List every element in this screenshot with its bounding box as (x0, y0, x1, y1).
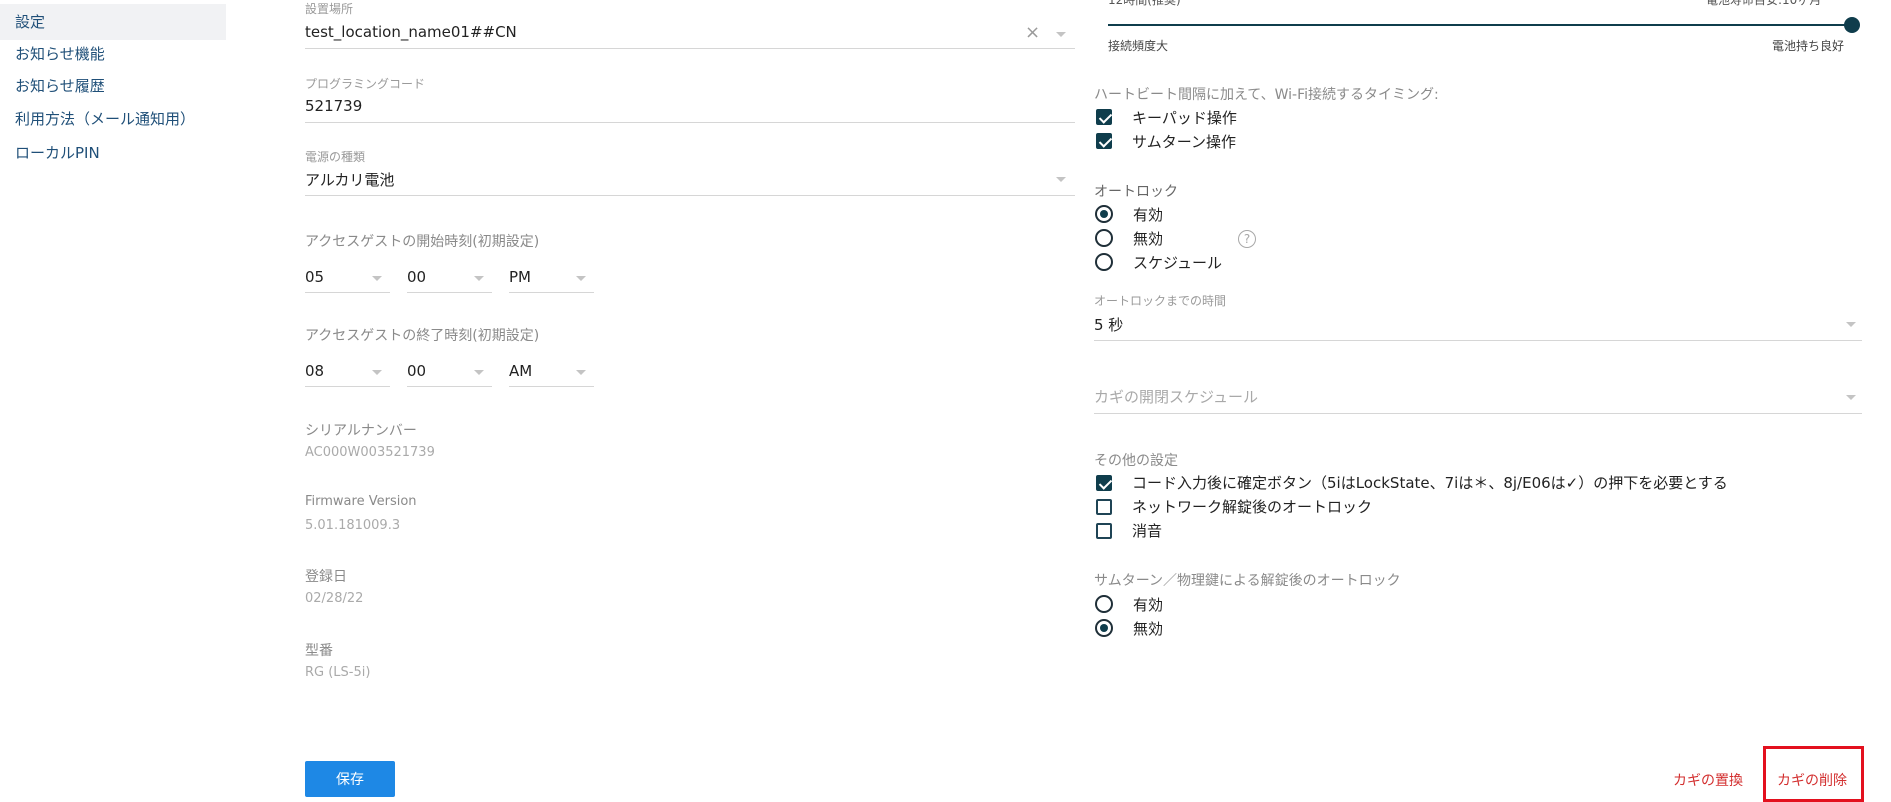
serial-label: シリアルナンバー (305, 423, 417, 439)
location-label: 設置場所 (305, 2, 354, 16)
access-start-hour-select[interactable]: 05 (305, 268, 324, 286)
underline (509, 386, 594, 387)
radio-autolock-enabled-label: 有効 (1133, 206, 1164, 224)
power-type-select[interactable]: アルカリ電池 (305, 169, 394, 190)
radio-autolock-disabled[interactable] (1095, 229, 1113, 247)
access-start-label: アクセスゲストの開始時刻(初期設定) (305, 234, 540, 250)
sidebar-item-notification-history[interactable]: お知らせ履歴 (15, 68, 105, 104)
delete-key-link[interactable]: カギの削除 (1777, 770, 1847, 790)
access-end-ampm-select[interactable]: AM (509, 362, 532, 380)
chevron-down-icon[interactable] (1846, 322, 1856, 327)
chevron-down-icon[interactable] (576, 370, 586, 375)
radio-thumbturn-disabled-label: 無効 (1133, 620, 1164, 638)
chevron-down-icon[interactable] (474, 276, 484, 281)
checkbox-confirm-button[interactable] (1096, 475, 1112, 491)
checkbox-keypad-label: キーパッド操作 (1132, 109, 1237, 127)
sidebar-item-settings[interactable]: 設定 (0, 4, 226, 40)
autolock-time-select[interactable]: 5 秒 (1094, 314, 1123, 335)
sidebar: 設定 お知らせ機能 お知らせ履歴 利用方法（メール通知用） ローカルPIN (0, 0, 226, 802)
checkbox-mute[interactable] (1096, 523, 1112, 539)
power-type-label: 電源の種類 (305, 150, 366, 164)
save-button[interactable]: 保存 (305, 761, 395, 797)
autolock-time-underline (1094, 340, 1862, 341)
clear-icon[interactable]: × (1025, 22, 1040, 43)
programming-code-underline (305, 122, 1075, 123)
chevron-down-icon[interactable] (1846, 395, 1856, 400)
programming-code-label: プログラミングコード (305, 77, 426, 91)
registered-value: 02/28/22 (305, 591, 364, 606)
chevron-down-icon[interactable] (372, 276, 382, 281)
chevron-down-icon[interactable] (372, 370, 382, 375)
radio-autolock-enabled[interactable] (1095, 205, 1113, 223)
registered-label: 登録日 (305, 569, 347, 585)
radio-autolock-schedule[interactable] (1095, 253, 1113, 271)
power-type-underline (305, 195, 1075, 196)
radio-thumbturn-enabled-label: 有効 (1133, 596, 1164, 614)
checkbox-thumbturn-label: サムターン操作 (1132, 133, 1236, 151)
model-value: RG (LS-5i) (305, 665, 371, 680)
frequency-slider-track[interactable] (1108, 24, 1852, 26)
other-settings-label: その他の設定 (1094, 453, 1178, 469)
autolock-label: オートロック (1094, 184, 1178, 200)
heartbeat-label: ハートビート間隔に加えて、Wi-Fi接続するタイミング: (1094, 87, 1439, 103)
sidebar-item-usage-email[interactable]: 利用方法（メール通知用） (15, 101, 195, 137)
slider-left-label: 接続頻度大 (1108, 39, 1169, 53)
slider-top-right-label: 電池寿命目安:10ヶ月 (1706, 0, 1822, 7)
schedule-select[interactable]: カギの開閉スケジュール (1094, 386, 1258, 407)
thumbturn-autolock-label: サムターン／物理鍵による解錠後のオートロック (1094, 573, 1401, 589)
chevron-down-icon[interactable] (1056, 32, 1066, 37)
underline (407, 292, 492, 293)
access-end-label: アクセスゲストの終了時刻(初期設定) (305, 328, 540, 344)
sidebar-item-local-pin[interactable]: ローカルPIN (15, 135, 100, 171)
checkbox-network-autolock-label: ネットワーク解錠後のオートロック (1132, 498, 1373, 516)
checkbox-confirm-button-label: コード入力後に確定ボタン（5iはLockState、7iは＊、8j/E06は✓）… (1132, 474, 1728, 492)
access-end-minute-select[interactable]: 00 (407, 362, 426, 380)
replace-key-link[interactable]: カギの置換 (1673, 770, 1743, 790)
chevron-down-icon[interactable] (474, 370, 484, 375)
slider-top-left-label: 12時間(推奨) (1108, 0, 1181, 7)
underline (305, 386, 390, 387)
checkbox-network-autolock[interactable] (1096, 499, 1112, 515)
underline (509, 292, 594, 293)
radio-autolock-schedule-label: スケジュール (1133, 254, 1222, 272)
chevron-down-icon[interactable] (1056, 177, 1066, 182)
firmware-label: Firmware Version (305, 494, 417, 509)
access-start-ampm-select[interactable]: PM (509, 268, 531, 286)
help-icon[interactable]: ? (1238, 230, 1256, 248)
radio-autolock-disabled-label: 無効 (1133, 230, 1164, 248)
serial-value: AC000W003521739 (305, 445, 435, 460)
slider-right-label: 電池持ち良好 (1772, 39, 1845, 53)
checkbox-thumbturn[interactable] (1096, 133, 1112, 149)
programming-code-input[interactable]: 521739 (305, 97, 362, 115)
chevron-down-icon[interactable] (576, 276, 586, 281)
radio-thumbturn-disabled[interactable] (1095, 619, 1113, 637)
frequency-slider-thumb[interactable] (1844, 17, 1860, 33)
checkbox-mute-label: 消音 (1132, 522, 1163, 540)
underline (305, 292, 390, 293)
location-input[interactable]: test_location_name01##CN (305, 23, 517, 41)
sidebar-item-notifications[interactable]: お知らせ機能 (15, 36, 105, 72)
firmware-value: 5.01.181009.3 (305, 518, 401, 533)
autolock-time-label: オートロックまでの時間 (1094, 294, 1227, 308)
underline (407, 386, 492, 387)
schedule-underline (1094, 413, 1862, 414)
access-start-minute-select[interactable]: 00 (407, 268, 426, 286)
access-end-hour-select[interactable]: 08 (305, 362, 324, 380)
checkbox-keypad[interactable] (1096, 109, 1112, 125)
radio-thumbturn-enabled[interactable] (1095, 595, 1113, 613)
model-label: 型番 (305, 643, 333, 659)
location-underline (305, 48, 1075, 49)
